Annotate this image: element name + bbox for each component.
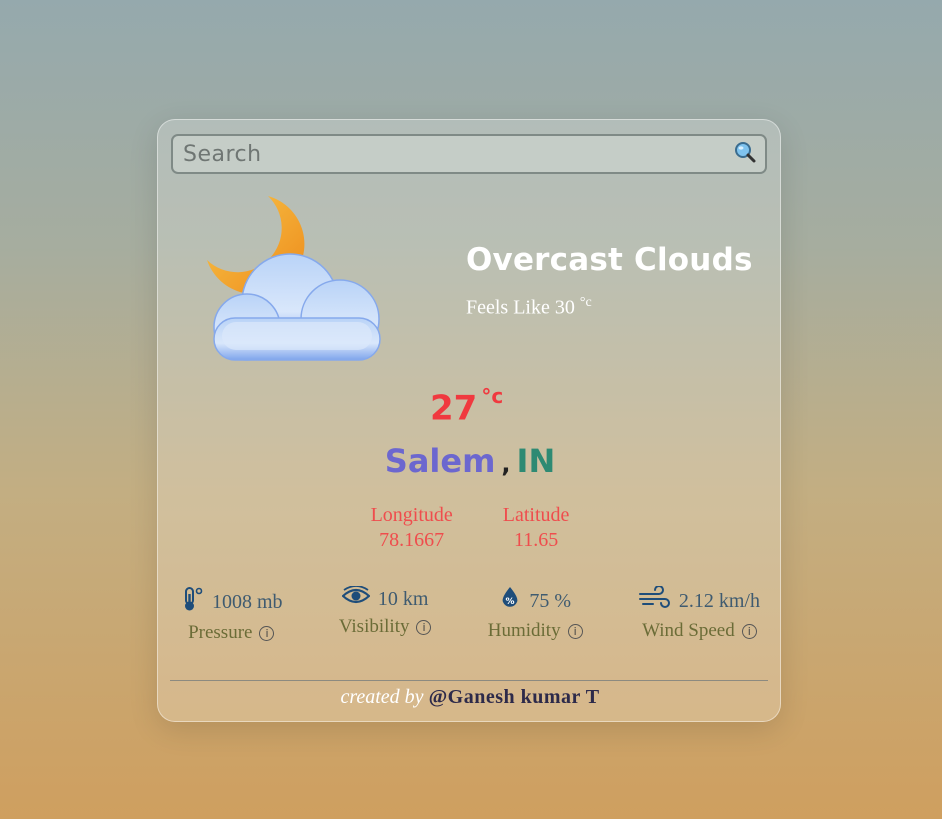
thermometer-icon	[180, 586, 204, 618]
country-code: IN	[516, 442, 556, 480]
moon-cloud-icon	[202, 194, 382, 364]
latitude-label: Latitude	[502, 504, 570, 526]
info-icon[interactable]: i	[741, 623, 757, 639]
feels-like-label: Feels Like 30	[466, 296, 575, 319]
location: Salem, IN	[158, 442, 782, 480]
longitude: Longitude 78.1667	[371, 503, 453, 553]
pressure-value: 1008 mb	[212, 590, 283, 613]
info-icon[interactable]: i	[416, 619, 432, 635]
latitude: Latitude 11.65	[503, 503, 570, 553]
pressure-label: Pressure	[188, 622, 253, 643]
stat-humidity: % 75 % Humidity i	[488, 586, 583, 644]
magnifier-icon	[733, 140, 757, 169]
feels-like: Feels Like 30 °c	[466, 295, 592, 320]
weather-card: Overcast Clouds Feels Like 30 °c 27°c Sa…	[157, 119, 781, 722]
search-input[interactable]	[173, 136, 725, 172]
visibility-value: 10 km	[377, 587, 429, 610]
location-separator: ,	[501, 450, 511, 478]
stat-pressure: 1008 mb Pressure i	[180, 586, 283, 644]
temperature-value: 27	[430, 388, 478, 429]
longitude-label: Longitude	[370, 504, 453, 526]
wind-icon	[638, 585, 671, 616]
weather-condition: Overcast Clouds	[466, 242, 753, 278]
footer-divider	[170, 680, 768, 681]
temperature-unit: °c	[481, 384, 504, 408]
latitude-value: 11.65	[513, 529, 559, 551]
wind-speed-label: Wind Speed	[642, 620, 735, 641]
search-bar	[171, 134, 767, 174]
eye-icon	[341, 585, 371, 612]
stat-wind-speed: 2.12 km/h Wind Speed i	[638, 585, 760, 644]
stat-visibility: 10 km Visibility i	[338, 585, 432, 644]
feels-like-unit: °c	[579, 295, 592, 310]
humidity-label: Humidity	[487, 620, 561, 641]
created-by-label: created by	[340, 686, 424, 708]
coordinates: Longitude 78.1667 Latitude 11.65	[158, 503, 782, 553]
svg-text:%: %	[506, 597, 515, 607]
info-icon[interactable]: i	[567, 623, 583, 639]
author-link[interactable]: @Ganesh kumar T	[429, 686, 600, 708]
temperature: 27 °c	[430, 384, 503, 429]
wind-speed-value: 2.12 km/h	[678, 589, 760, 612]
weather-stats: 1008 mb Pressure i 10 km Visibility i % …	[180, 585, 760, 644]
info-icon[interactable]: i	[259, 625, 275, 641]
footer: created by @Ganesh kumar T	[158, 686, 782, 709]
visibility-label: Visibility	[338, 616, 410, 637]
humidity-value: 75 %	[529, 589, 571, 612]
city-name: Salem	[384, 442, 496, 480]
longitude-value: 78.1667	[379, 529, 445, 551]
search-button[interactable]	[725, 136, 765, 172]
humidity-drop-icon: %	[499, 586, 521, 616]
